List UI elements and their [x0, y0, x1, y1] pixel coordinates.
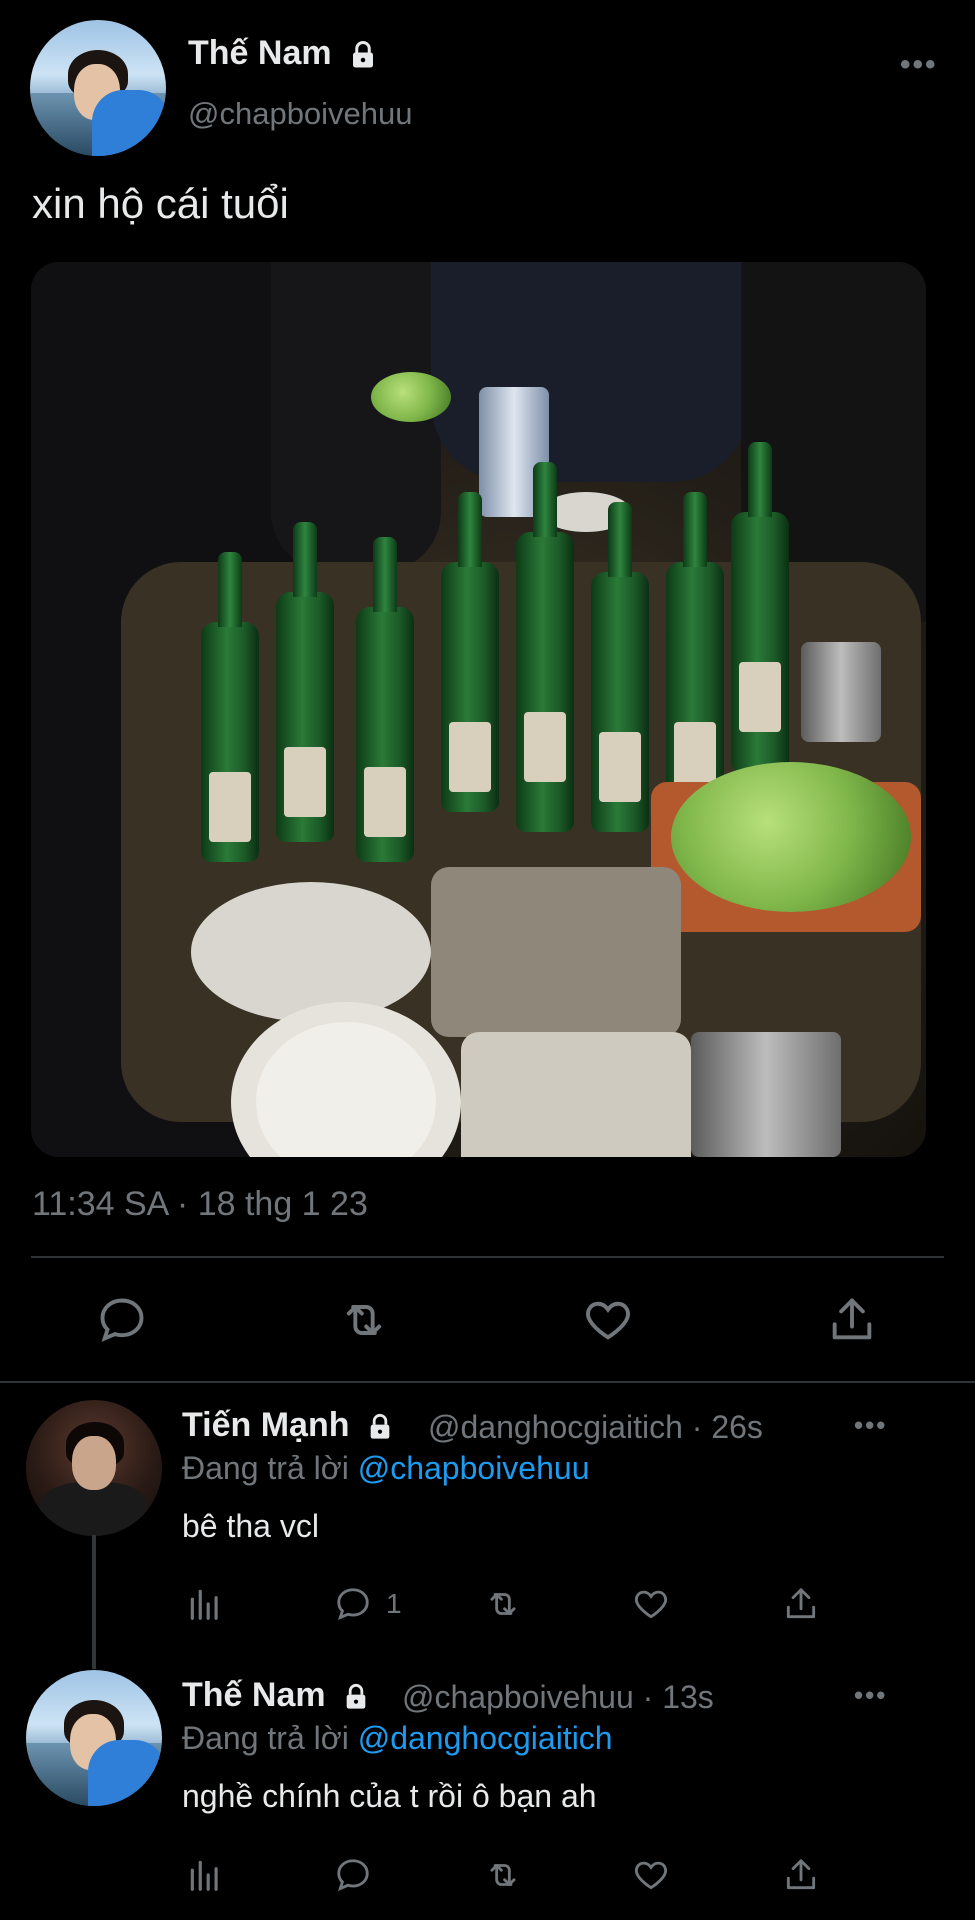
- retweet-icon[interactable]: [484, 1585, 522, 1623]
- avatar[interactable]: [30, 20, 166, 156]
- avatar[interactable]: [26, 1670, 162, 1806]
- replying-to: Đang trả lời @chapboivehuu: [182, 1450, 589, 1487]
- reply-icon[interactable]: [334, 1585, 372, 1623]
- lock-icon: [346, 1683, 366, 1709]
- tweet-photo[interactable]: [31, 262, 926, 1157]
- retweet-icon[interactable]: [338, 1294, 390, 1346]
- replying-to: Đang trả lời @danghocgiaitich: [182, 1720, 613, 1757]
- replying-prefix: Đang trả lời: [182, 1450, 349, 1486]
- author-handle-time[interactable]: @danghocgiaitich · 26s: [428, 1409, 763, 1446]
- more-options-icon[interactable]: •••: [854, 1410, 887, 1441]
- like-icon[interactable]: [632, 1585, 670, 1623]
- share-icon[interactable]: [826, 1294, 878, 1346]
- author-handle-time[interactable]: @chapboivehuu · 13s: [402, 1679, 714, 1716]
- author-handle[interactable]: @chapboivehuu: [188, 96, 413, 132]
- author-name-text: Tiến Mạnh: [182, 1406, 350, 1444]
- share-icon[interactable]: [782, 1856, 820, 1894]
- author-name[interactable]: Thế Nam: [182, 1676, 371, 1715]
- author-name-text: Thế Nam: [182, 1676, 326, 1714]
- reply-text: bê tha vcl: [182, 1508, 319, 1544]
- replying-to-link[interactable]: @chapboivehuu: [358, 1450, 590, 1486]
- thread-line: [92, 1535, 96, 1669]
- lock-icon: [353, 41, 374, 68]
- reply-text: nghề chính của t rồi ô bạn ah: [182, 1778, 597, 1814]
- lock-icon: [370, 1413, 390, 1439]
- divider: [31, 1256, 944, 1258]
- divider: [0, 1381, 975, 1383]
- like-icon[interactable]: [582, 1294, 634, 1346]
- retweet-icon[interactable]: [484, 1856, 522, 1894]
- share-icon[interactable]: [782, 1585, 820, 1623]
- avatar[interactable]: [26, 1400, 162, 1536]
- author-name[interactable]: Thế Nam: [188, 34, 379, 73]
- views-icon[interactable]: [186, 1856, 224, 1894]
- reply-icon[interactable]: [96, 1294, 148, 1346]
- tweet-timestamp: 11:34 SA · 18 thg 1 23: [32, 1185, 368, 1223]
- more-options-icon[interactable]: •••: [854, 1680, 887, 1711]
- reply-icon[interactable]: [334, 1856, 372, 1894]
- views-icon[interactable]: [186, 1585, 224, 1623]
- replying-to-link[interactable]: @danghocgiaitich: [358, 1720, 613, 1756]
- reply-count: 1: [386, 1588, 402, 1619]
- like-icon[interactable]: [632, 1856, 670, 1894]
- main-tweet: Thế Nam @chapboivehuu ••• xin hộ cái tuổ…: [0, 0, 975, 1383]
- author-name[interactable]: Tiến Mạnh: [182, 1406, 395, 1445]
- tweet-text: xin hộ cái tuổi: [32, 180, 289, 227]
- more-options-icon[interactable]: •••: [900, 48, 938, 82]
- replying-prefix: Đang trả lời: [182, 1720, 349, 1756]
- author-name-text: Thế Nam: [188, 34, 332, 72]
